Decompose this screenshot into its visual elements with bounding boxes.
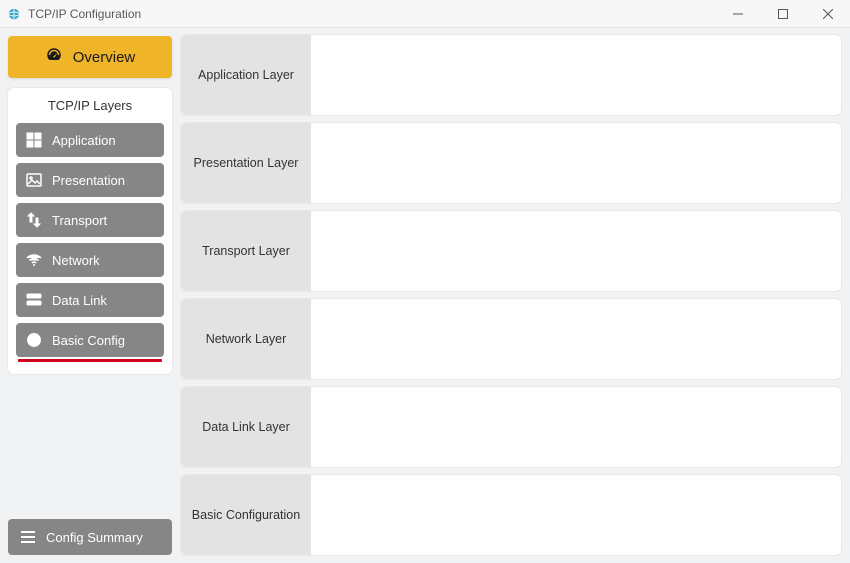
layer-row-presentation: Presentation Layer — [180, 122, 842, 204]
layer-row-label: Basic Configuration — [181, 475, 311, 555]
layer-row-content — [311, 211, 841, 291]
app-icon — [6, 6, 22, 22]
config-summary-label: Config Summary — [46, 530, 143, 545]
sidebar-item-label: Presentation — [52, 173, 125, 188]
layer-row-application: Application Layer — [180, 34, 842, 116]
dashboard-icon — [45, 46, 63, 68]
sidebar-item-datalink[interactable]: Data Link — [16, 283, 164, 317]
layer-row-label: Network Layer — [181, 299, 311, 379]
wifi-icon — [26, 252, 42, 268]
layer-row-content — [311, 387, 841, 467]
maximize-button[interactable] — [760, 0, 805, 28]
layers-card: TCP/IP Layers Application Presentation T… — [8, 88, 172, 374]
layer-row-content — [311, 475, 841, 555]
arrows-icon — [26, 212, 42, 228]
layer-row-content — [311, 35, 841, 115]
sidebar-item-basicconfig[interactable]: Basic Config — [16, 323, 164, 357]
layer-row-label: Application Layer — [181, 35, 311, 115]
layer-row-content — [311, 123, 841, 203]
sidebar: Overview TCP/IP Layers Application Prese… — [0, 28, 180, 563]
layer-row-label: Data Link Layer — [181, 387, 311, 467]
layer-row-datalink: Data Link Layer — [180, 386, 842, 468]
sidebar-item-transport[interactable]: Transport — [16, 203, 164, 237]
main-panel: Application Layer Presentation Layer Tra… — [180, 28, 850, 563]
sidebar-item-label: Basic Config — [52, 333, 125, 348]
window-controls — [715, 0, 850, 28]
sidebar-item-label: Network — [52, 253, 100, 268]
overview-label: Overview — [73, 49, 136, 66]
layer-row-network: Network Layer — [180, 298, 842, 380]
layer-row-content — [311, 299, 841, 379]
list-icon — [20, 529, 36, 545]
grid-icon — [26, 132, 42, 148]
image-icon — [26, 172, 42, 188]
server-icon — [26, 292, 42, 308]
layers-card-title: TCP/IP Layers — [16, 98, 164, 113]
sidebar-item-label: Transport — [52, 213, 107, 228]
sidebar-item-presentation[interactable]: Presentation — [16, 163, 164, 197]
highlight-underline — [18, 359, 162, 362]
window-title: TCP/IP Configuration — [28, 7, 141, 21]
globe-icon — [26, 332, 42, 348]
sidebar-item-label: Data Link — [52, 293, 107, 308]
layer-row-label: Presentation Layer — [181, 123, 311, 203]
config-summary-button[interactable]: Config Summary — [8, 519, 172, 555]
sidebar-item-network[interactable]: Network — [16, 243, 164, 277]
minimize-button[interactable] — [715, 0, 760, 28]
layer-row-basicconfig: Basic Configuration — [180, 474, 842, 556]
titlebar: TCP/IP Configuration — [0, 0, 850, 28]
layer-row-label: Transport Layer — [181, 211, 311, 291]
sidebar-item-application[interactable]: Application — [16, 123, 164, 157]
close-button[interactable] — [805, 0, 850, 28]
layer-row-transport: Transport Layer — [180, 210, 842, 292]
sidebar-item-label: Application — [52, 133, 116, 148]
overview-button[interactable]: Overview — [8, 36, 172, 78]
